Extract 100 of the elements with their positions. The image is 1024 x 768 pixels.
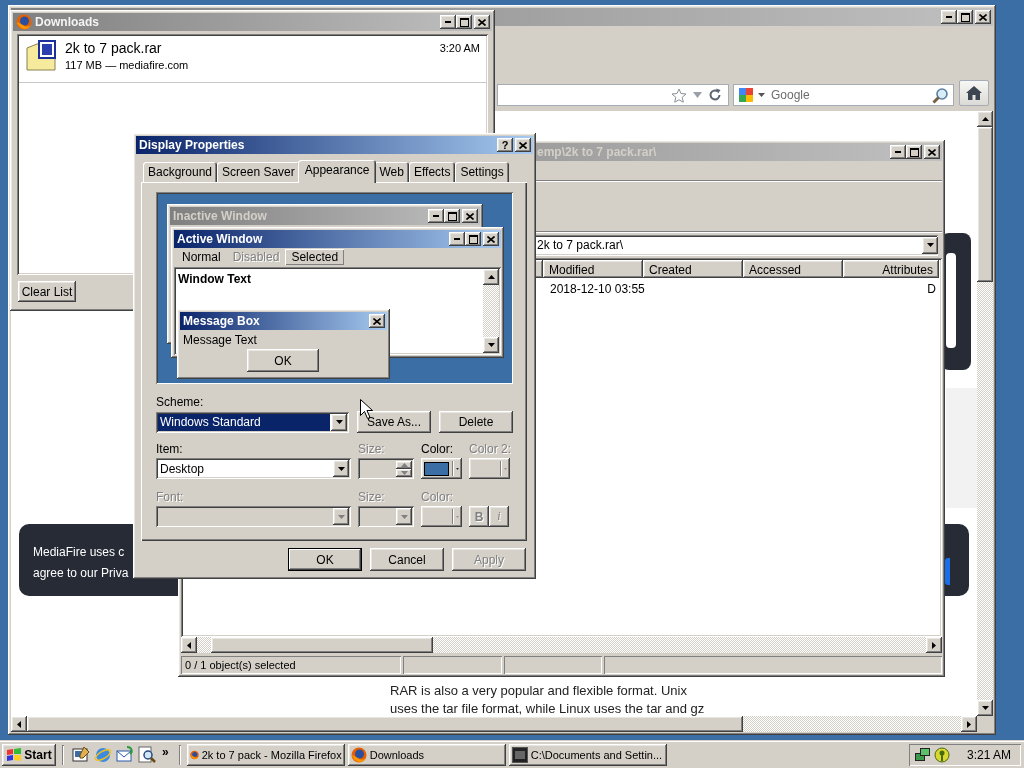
taskbar-button[interactable]: Downloads: [347, 744, 506, 766]
dropdown-button[interactable]: [922, 236, 938, 254]
search-icon: [932, 86, 949, 104]
minimize-button[interactable]: [449, 232, 465, 246]
taskbar-button[interactable]: C:\Documents and Settin...: [508, 744, 667, 766]
file-name: 2k to 7 pack.rar: [65, 40, 163, 56]
minimize-icon: [433, 215, 439, 217]
field-label: Color 2:: [469, 442, 510, 456]
column-header[interactable]: Attributes: [843, 260, 939, 278]
help-button[interactable]: ?: [497, 138, 513, 152]
scroll-up-button[interactable]: [977, 111, 993, 127]
key-icon[interactable]: [934, 747, 950, 763]
close-button[interactable]: [474, 15, 490, 29]
dropdown-button[interactable]: [331, 413, 347, 431]
column-header[interactable]: Accessed: [743, 260, 843, 278]
clear-list-button[interactable]: Clear List: [18, 281, 76, 302]
caret-icon: [758, 93, 765, 97]
cursor-icon: [360, 399, 373, 419]
scroll-left-button[interactable]: [11, 716, 27, 732]
caret-icon: [504, 466, 507, 471]
tab[interactable]: Screen Saver: [217, 162, 300, 182]
scroll-right-button[interactable]: [926, 637, 942, 653]
search-input[interactable]: Google: [769, 87, 928, 103]
close-button[interactable]: [483, 232, 499, 246]
arrow-icon: [17, 720, 21, 728]
tab[interactable]: Web: [374, 162, 409, 182]
close-icon: [487, 235, 495, 243]
maximize-icon: [909, 147, 919, 157]
close-button[interactable]: [462, 209, 478, 223]
table-cell-text: 2018-12-10 03:55: [550, 281, 646, 296]
maximize-icon: [960, 12, 970, 22]
column-header[interactable]: Modified: [543, 260, 643, 278]
maximize-button[interactable]: [465, 232, 481, 246]
window-title: Message Box: [183, 314, 260, 328]
browser-icon: [350, 747, 367, 763]
search-field[interactable]: Google: [733, 84, 954, 106]
search-engine-icon: [738, 87, 754, 103]
close-button[interactable]: [515, 138, 531, 152]
minimize-button[interactable]: [890, 145, 906, 159]
start-button[interactable]: Start: [2, 744, 56, 766]
scroll-right-button[interactable]: [961, 716, 977, 732]
tab[interactable]: Effects: [408, 162, 456, 182]
scroll-up-button[interactable]: [483, 269, 499, 285]
maximize-icon: [447, 211, 457, 221]
tab[interactable]: Appearance: [297, 160, 377, 183]
home-button[interactable]: [959, 80, 989, 106]
minimize-icon: [445, 21, 451, 23]
window-title: Inactive Window: [173, 209, 267, 223]
dialog-button[interactable]: Cancel: [370, 548, 444, 571]
dropdown-field[interactable]: Desktop: [156, 458, 351, 479]
tab[interactable]: Background: [143, 162, 218, 182]
dialog-button[interactable]: OK: [288, 548, 362, 571]
ok-button[interactable]: OK: [247, 349, 319, 372]
download-time: 3:20 AM: [439, 41, 480, 54]
envelope-icon[interactable]: [116, 746, 134, 764]
tab[interactable]: Settings: [455, 162, 509, 182]
caret-icon: [335, 420, 343, 424]
monitors-icon[interactable]: [915, 747, 931, 763]
minimize-button[interactable]: [941, 10, 957, 24]
arrow-icon: [967, 720, 971, 728]
field-label: Item:: [156, 442, 184, 456]
download-item[interactable]: 2k to 7 pack.rar 117 MB — mediafire.com 3:20 AM: [19, 36, 486, 83]
caret-icon: [337, 514, 345, 519]
scroll-thumb[interactable]: [977, 127, 993, 282]
close-button[interactable]: [924, 145, 940, 159]
arrow-icon: [487, 343, 495, 347]
address-field[interactable]: [497, 84, 729, 106]
minimize-button[interactable]: [440, 15, 456, 29]
field-label: Font:: [156, 490, 185, 504]
save-as-button[interactable]: Save As...: [357, 411, 431, 433]
color-picker-button[interactable]: [421, 458, 462, 479]
close-icon: [478, 18, 486, 26]
field-label: Size:: [358, 442, 386, 456]
taskbar-button[interactable]: 2k to 7 pack - Mozilla Firefox: [186, 744, 345, 766]
caret-icon: [693, 92, 702, 98]
scheme-dropdown[interactable]: Windows Standard: [156, 411, 349, 433]
search-icon[interactable]: [138, 746, 156, 764]
maximize-button[interactable]: [444, 209, 460, 223]
clock: 3:21 AM: [966, 748, 1012, 762]
file-details: 117 MB — mediafire.com: [65, 59, 190, 71]
close-button[interactable]: [975, 10, 991, 24]
maximize-button[interactable]: [906, 145, 922, 159]
desktop-icon[interactable]: [72, 746, 90, 764]
minimize-button[interactable]: [428, 209, 444, 223]
close-button[interactable]: [369, 314, 385, 328]
dropdown-button[interactable]: [333, 460, 349, 477]
caret-icon: [926, 243, 934, 247]
scroll-thumb[interactable]: [211, 637, 433, 653]
scroll-left-button[interactable]: [181, 637, 197, 653]
scroll-down-button[interactable]: [483, 337, 499, 353]
scroll-down-button[interactable]: [977, 700, 993, 716]
path-dropdown[interactable]: 2k to 7 pack.rar\: [533, 234, 938, 256]
maximize-button[interactable]: [456, 15, 472, 29]
maximize-button[interactable]: [957, 10, 973, 24]
column-header[interactable]: Created: [643, 260, 743, 278]
scroll-thumb[interactable]: [27, 716, 743, 732]
more-button[interactable]: »: [160, 745, 171, 765]
caret-icon: [400, 514, 408, 519]
delete-button[interactable]: Delete: [439, 411, 513, 433]
window-title: Downloads: [35, 15, 99, 29]
